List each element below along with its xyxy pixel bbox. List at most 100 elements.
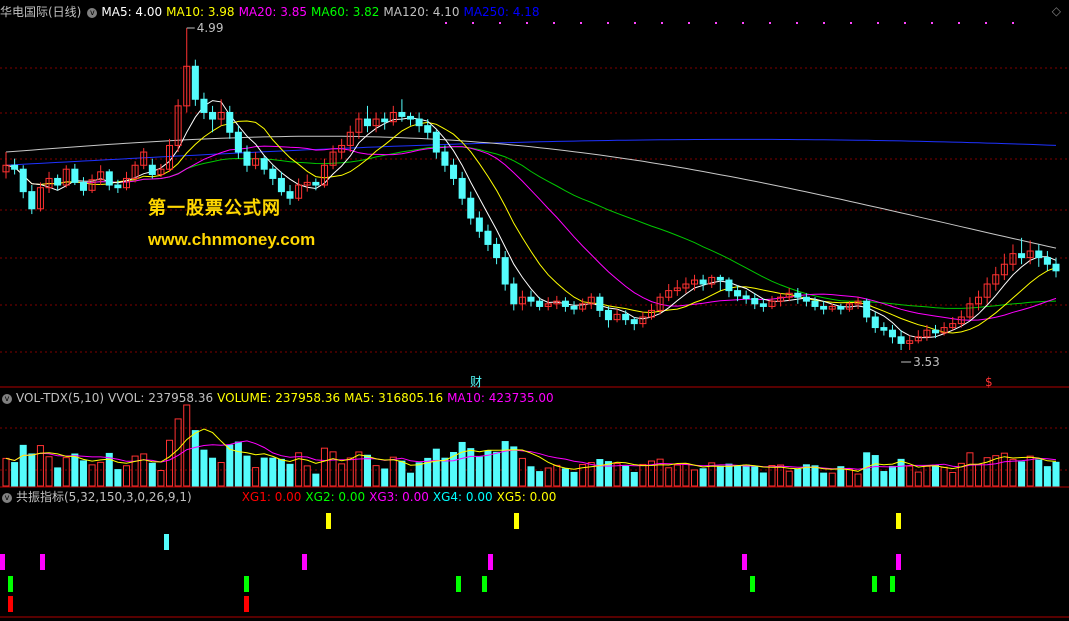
candle-body [286,191,294,199]
candle-body [493,243,501,259]
legend-entry: MA60: 3.82 [311,5,380,19]
volume-bar [441,457,449,487]
volume-bar [1018,461,1026,487]
volume-bar [54,467,62,487]
volume-bar [845,469,853,487]
candle-body [105,171,113,186]
volume-bar [897,458,905,487]
candle-body [561,300,569,307]
top-dot [472,22,474,24]
volume-bar [604,461,612,487]
volume-bar [320,447,328,487]
candle-body [888,329,896,338]
candle-body [527,296,535,302]
volume-bar [432,448,440,487]
candle-body [398,111,406,117]
top-dot [553,22,555,24]
volume-bar [458,441,466,487]
legend-entry: XG4: 0.00 [432,490,493,504]
signal-bar [8,576,13,592]
signal-bar [164,534,169,550]
candle-body [604,309,612,321]
volume-bar [71,453,79,487]
collapse-icon[interactable]: v [87,7,98,18]
volume-bar [217,462,225,487]
top-dot [688,22,690,24]
volume-bar [1052,461,1060,487]
candle-body [596,296,604,311]
candle-body [501,257,509,285]
volume-bar [751,466,759,487]
candle-body [820,305,828,310]
candle-body [716,276,724,281]
candle-body [699,279,707,285]
volume-bar [389,456,397,487]
chart-canvas[interactable]: 4.99 3.53 财 $ [0,0,1069,618]
candle-body [570,305,578,310]
volume-bar [286,463,294,487]
volume-bar [871,455,879,487]
legend-entry: MA10: 3.98 [166,5,235,19]
min-price-label: 3.53 [913,355,940,369]
volume-bar [1043,466,1051,487]
legend-entry: MA20: 3.85 [238,5,307,19]
candle-body [1018,253,1026,259]
volume-bar [2,457,10,487]
top-dot [823,22,825,24]
volume-bar [415,462,423,487]
volume-bar [794,468,802,487]
earnings-marker: 财 [470,375,482,389]
volume-bar [467,448,475,487]
volume-bar [45,456,53,487]
candle-body [226,111,234,133]
volume-bar [725,463,733,487]
candle-body [759,303,767,307]
candle-body [277,177,285,193]
candle-body [1052,263,1060,272]
volume-bar [475,456,483,487]
candle-body [1035,250,1043,259]
candle-body [114,184,122,189]
collapse-icon[interactable]: v [2,393,12,404]
volume-bar [269,457,277,487]
candle-body [209,111,217,120]
candle-body [234,131,242,153]
collapse-icon[interactable]: v [2,492,12,503]
signal-bar [244,596,249,612]
candle-body [931,329,940,334]
candle-body [424,125,432,133]
volume-bar [363,454,371,487]
chart-window[interactable]: 4.99 3.53 财 $ 华电国际(日线) v MA5: 4.00 MA10: 3.98 M… [0,0,1069,618]
volume-bar [630,471,638,487]
top-dot [850,22,852,24]
event-marker: $ [985,375,993,389]
legend-entry: MA10: 423735.00 [447,391,554,405]
volume-bar [148,462,156,487]
volume-bar [880,471,888,487]
top-dot [904,22,906,24]
volume-bar [1009,458,1017,487]
top-dot [877,22,879,24]
candle-body [406,115,415,120]
volume-bar [260,457,268,487]
volume-bar [785,470,793,487]
diamond-icon[interactable]: ◇ [1052,4,1061,18]
volume-bar [338,463,346,487]
signal-bar [742,554,747,570]
volume-bar [888,465,896,487]
candle-body [475,217,483,232]
top-dot [499,22,501,24]
volume-bar [820,472,828,487]
signal-bar [456,576,461,592]
volume-bar [157,470,165,487]
volume-bar [639,463,647,487]
legend-entry: XG5: 0.00 [496,490,557,504]
volume-bar [114,469,122,487]
candle-body [802,296,810,302]
volume-bar [914,471,922,487]
watermark-title: 第一股票公式网 [148,198,281,218]
top-dot [715,22,717,24]
volume-bar [828,472,836,487]
top-dot [661,22,663,24]
candle-body [79,181,87,191]
